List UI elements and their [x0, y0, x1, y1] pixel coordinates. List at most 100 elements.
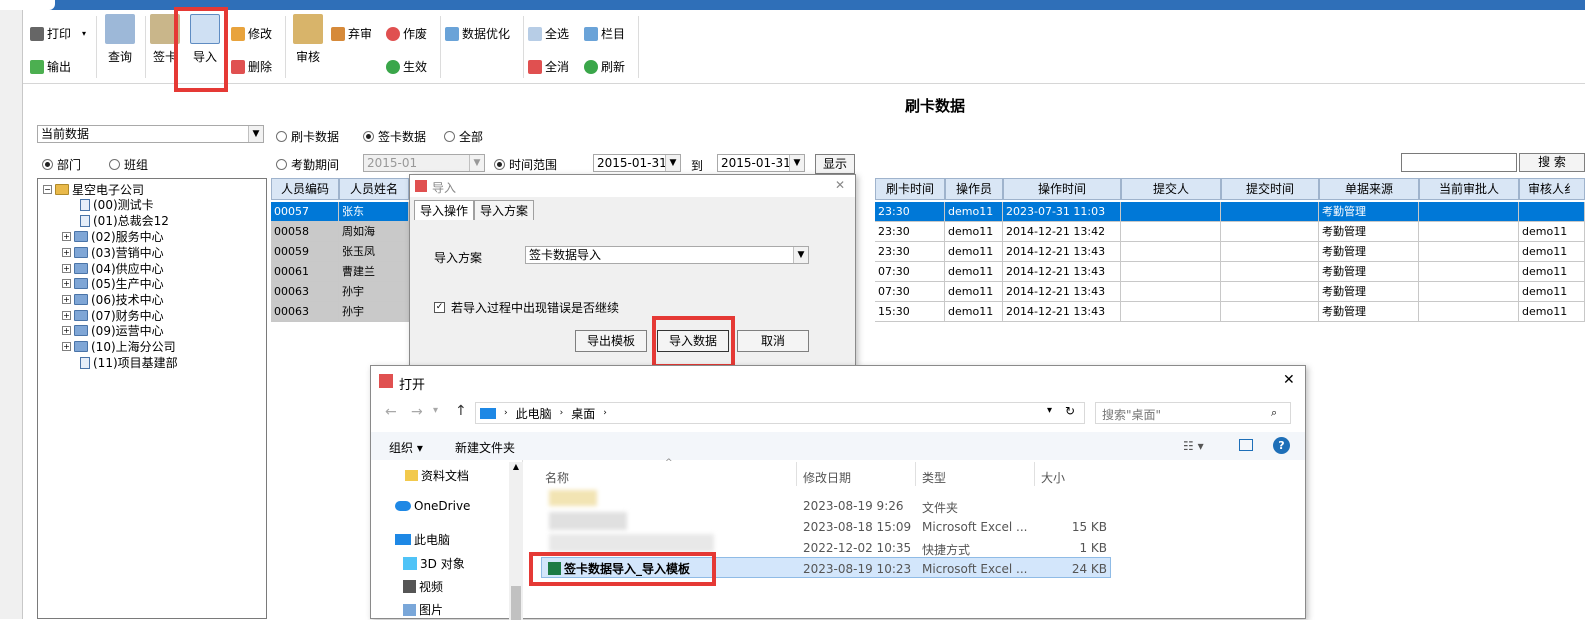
table-cell[interactable] — [1419, 222, 1519, 242]
radio-time-range[interactable]: 时间范围 — [494, 156, 557, 173]
nav-item[interactable]: 3D 对象 — [403, 555, 465, 572]
table-cell[interactable]: demo11 — [945, 202, 1003, 222]
column-header[interactable]: 提交人 — [1121, 178, 1221, 200]
table-cell[interactable] — [1221, 242, 1319, 262]
table-cell[interactable]: 孙宇 — [339, 282, 409, 302]
column-header-name[interactable]: 名称 — [545, 469, 569, 486]
radio-attendance-period[interactable]: 考勤期间 — [276, 156, 339, 173]
help-icon[interactable]: ? — [1273, 437, 1290, 454]
refresh-button[interactable]: 刷新 — [584, 58, 625, 75]
table-cell[interactable]: 07:30 — [875, 282, 945, 302]
table-cell[interactable]: demo11 — [945, 222, 1003, 242]
data-scope-select[interactable]: 当前数据 ▼ — [37, 125, 264, 143]
table-cell[interactable]: 2014-12-21 13:43 — [1003, 302, 1121, 322]
table-cell[interactable]: 孙宇 — [339, 302, 409, 322]
table-cell[interactable]: 00061 — [271, 262, 339, 282]
column-header[interactable]: 人员姓名 — [339, 178, 409, 200]
select-all-button[interactable]: 全选 — [528, 25, 569, 42]
show-button[interactable]: 显示 — [815, 154, 855, 174]
column-header-size[interactable]: 大小 — [1041, 469, 1065, 486]
optimize-button[interactable]: 数据优化 — [445, 25, 510, 42]
expand-icon[interactable]: + — [62, 279, 71, 288]
expand-icon[interactable]: + — [62, 264, 71, 273]
table-cell[interactable]: 2014-12-21 13:42 — [1003, 222, 1121, 242]
import-scheme-select[interactable]: 签卡数据导入 ▼ — [525, 246, 809, 264]
forward-arrow-icon[interactable]: → — [411, 404, 423, 420]
table-cell[interactable]: demo11 — [945, 262, 1003, 282]
effect-button[interactable]: 生效 — [386, 58, 427, 75]
table-cell[interactable] — [1221, 302, 1319, 322]
table-cell[interactable] — [1221, 222, 1319, 242]
column-header[interactable]: 当前审批人 — [1419, 178, 1519, 200]
table-cell[interactable] — [1419, 202, 1519, 222]
query-button[interactable]: 查询 — [105, 14, 135, 65]
radio-sign-data[interactable]: 签卡数据 — [363, 128, 426, 145]
column-header-type[interactable]: 类型 — [922, 469, 946, 486]
table-cell[interactable]: demo11 — [945, 242, 1003, 262]
table-cell[interactable] — [1121, 262, 1221, 282]
table-cell[interactable]: 2014-12-21 13:43 — [1003, 282, 1121, 302]
preview-pane-icon[interactable] — [1239, 439, 1253, 451]
column-header[interactable]: 操作时间 — [1003, 178, 1121, 200]
nav-item[interactable]: 资料文档 — [405, 467, 469, 484]
column-header[interactable]: 人员编码 — [271, 178, 339, 200]
delete-button[interactable]: 删除 — [231, 58, 272, 75]
radio-department[interactable]: 部门 — [42, 156, 81, 173]
table-cell[interactable]: 00057 — [271, 202, 339, 222]
table-cell[interactable]: 23:30 — [875, 202, 945, 222]
back-arrow-icon[interactable]: ← — [385, 404, 397, 420]
search-box[interactable]: 搜索"桌面" — [1095, 402, 1291, 424]
table-cell[interactable]: 考勤管理 — [1319, 202, 1419, 222]
tree-item[interactable]: + (03)营销中心 — [62, 244, 164, 261]
period-select[interactable]: 2015-01 ▼ — [363, 154, 485, 172]
expand-icon[interactable]: + — [62, 326, 71, 335]
column-header[interactable]: 刷卡时间 — [875, 178, 945, 200]
tree-item[interactable]: + (05)生产中心 — [62, 275, 164, 292]
table-cell[interactable]: 23:30 — [875, 222, 945, 242]
void-button[interactable]: 作废 — [386, 25, 427, 42]
table-cell[interactable] — [1419, 282, 1519, 302]
modify-button[interactable]: 修改 — [231, 25, 272, 42]
table-cell[interactable]: 2014-12-21 13:43 — [1003, 242, 1121, 262]
table-cell[interactable]: demo11 — [1519, 302, 1585, 322]
table-cell[interactable] — [1121, 202, 1221, 222]
organize-button[interactable]: 组织 ▾ — [389, 439, 423, 456]
tree-item[interactable]: (01)总裁会12 — [80, 212, 169, 229]
table-cell[interactable]: 07:30 — [875, 262, 945, 282]
continue-on-error-checkbox[interactable]: ✓ 若导入过程中出现错误是否继续 — [434, 299, 619, 316]
breadcrumb-desktop[interactable]: 桌面 — [571, 405, 595, 422]
print-button[interactable]: 打印 ▾ — [30, 25, 86, 42]
audit-button[interactable]: 审核 — [293, 14, 323, 65]
table-cell[interactable]: 00059 — [271, 242, 339, 262]
table-cell[interactable]: demo11 — [1519, 222, 1585, 242]
expand-icon[interactable]: + — [62, 311, 71, 320]
export-button[interactable]: 输出 — [30, 58, 71, 75]
close-icon[interactable]: ✕ — [835, 178, 845, 192]
table-cell[interactable]: 00063 — [271, 302, 339, 322]
column-header[interactable]: 操作员 — [945, 178, 1003, 200]
table-cell[interactable] — [1121, 222, 1221, 242]
table-cell[interactable] — [1419, 262, 1519, 282]
tree-item[interactable]: (11)项目基建部 — [80, 354, 178, 371]
nav-item[interactable]: 视频 — [403, 578, 443, 595]
table-cell[interactable]: 2023-07-31 11:03 — [1003, 202, 1121, 222]
expand-icon[interactable]: + — [62, 232, 71, 241]
chevron-down-icon[interactable]: ▾ — [1047, 405, 1052, 416]
new-folder-button[interactable]: 新建文件夹 — [455, 439, 515, 456]
table-cell[interactable]: 张东 — [339, 202, 409, 222]
table-cell[interactable] — [1121, 282, 1221, 302]
table-cell[interactable] — [1519, 202, 1585, 222]
radio-team[interactable]: 班组 — [109, 156, 148, 173]
tab-import-operation[interactable]: 导入操作 — [414, 200, 475, 220]
table-cell[interactable] — [1121, 242, 1221, 262]
table-cell[interactable]: 23:30 — [875, 242, 945, 262]
column-header[interactable]: 单据来源 — [1319, 178, 1419, 200]
expand-icon[interactable]: + — [62, 295, 71, 304]
table-cell[interactable] — [1221, 282, 1319, 302]
table-cell[interactable]: demo11 — [1519, 262, 1585, 282]
table-cell[interactable] — [1221, 262, 1319, 282]
date-to-picker[interactable]: 2015-01-31 ▼ — [717, 154, 805, 172]
radio-all[interactable]: 全部 — [444, 128, 483, 145]
tree-item[interactable]: + (10)上海分公司 — [62, 338, 176, 355]
table-cell[interactable]: demo11 — [945, 282, 1003, 302]
